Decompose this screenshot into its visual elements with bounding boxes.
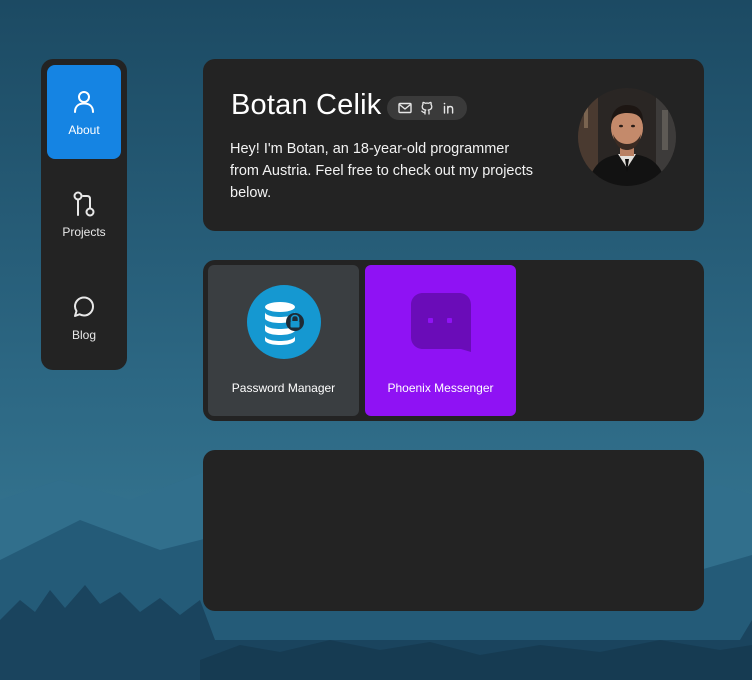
project-tile-password-manager[interactable]: Password Manager	[208, 265, 359, 416]
message-circle-icon	[74, 296, 94, 317]
profile-name: Botan Celik	[231, 89, 382, 121]
nav-item-blog[interactable]: Blog	[47, 270, 121, 364]
nav-label-projects: Projects	[62, 224, 106, 239]
nav-item-projects[interactable]: Projects	[47, 167, 121, 261]
git-pull-request-icon	[73, 191, 95, 216]
nav-item-about[interactable]: About	[47, 65, 121, 159]
project-tile-phoenix-messenger[interactable]: Phoenix Messenger	[365, 265, 516, 416]
project-label-password-manager: Password Manager	[231, 381, 336, 395]
user-icon	[74, 90, 94, 113]
github-icon[interactable]	[419, 100, 435, 116]
about-card: Botan Celik Hey! I'm Botan, an 18-year-o…	[203, 59, 704, 231]
social-links	[387, 96, 467, 120]
mail-icon[interactable]	[397, 100, 413, 116]
blog-card	[203, 450, 704, 611]
nav-label-blog: Blog	[71, 327, 97, 342]
database-lock-icon	[247, 285, 321, 359]
avatar	[578, 88, 676, 186]
chat-bubble-icon	[411, 293, 471, 352]
sidebar-nav: About Projects Blog	[41, 59, 127, 370]
profile-bio: Hey! I'm Botan, an 18-year-old programme…	[230, 141, 534, 201]
project-label-phoenix-messenger: Phoenix Messenger	[387, 381, 494, 395]
nav-label-about: About	[68, 122, 100, 137]
linkedin-icon[interactable]	[441, 100, 457, 116]
projects-card: Password Manager Phoenix Messenger	[203, 260, 704, 421]
